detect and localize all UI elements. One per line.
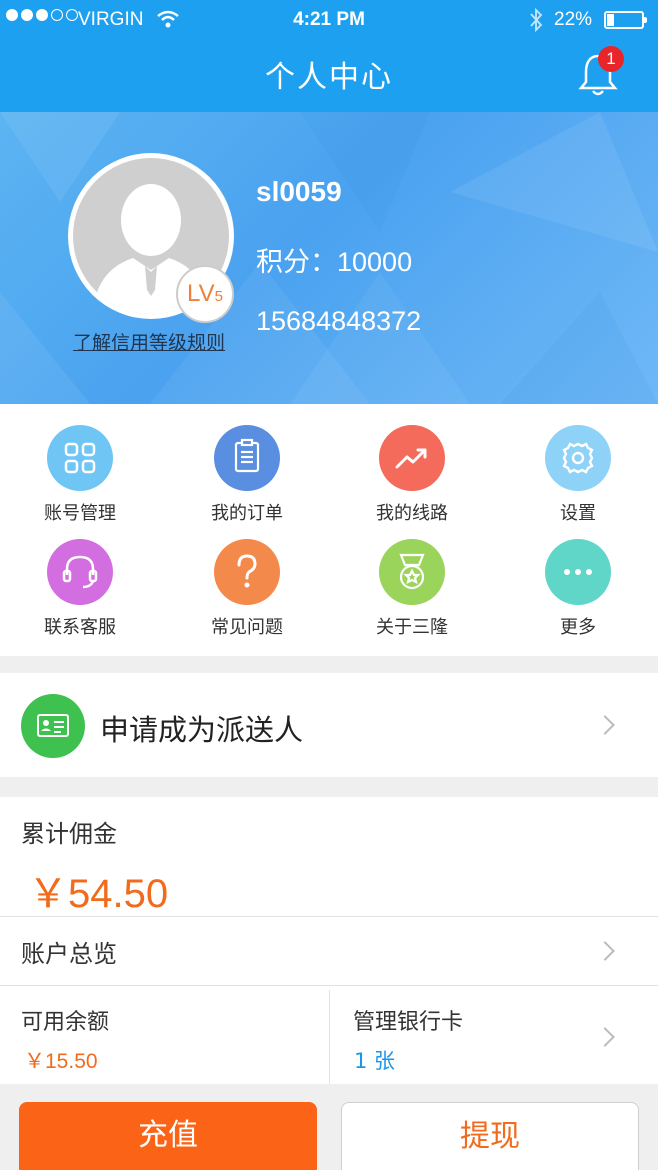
menu-label: 常见问题 xyxy=(211,617,283,638)
battery-icon xyxy=(604,11,647,29)
battery-percent: 22% xyxy=(554,9,593,30)
apply-courier-label: 申请成为派送人 xyxy=(100,713,304,747)
menu-item-more[interactable]: 更多 xyxy=(513,539,643,639)
clipboard-icon xyxy=(214,425,280,491)
commission-label: 累计佣金 xyxy=(21,820,117,848)
points-value: 10000 xyxy=(337,247,413,277)
notification-badge: 1 xyxy=(598,46,624,72)
page-title: 个人中心 xyxy=(265,60,393,95)
points-row: 积分：10000 xyxy=(256,240,412,279)
bank-card-label: 管理银行卡 xyxy=(353,1010,464,1035)
question-icon xyxy=(214,539,280,605)
level-badge: LV5 xyxy=(176,265,234,323)
account-section: 累计佣金 ￥54.50 账户总览 可用余额 ￥15.50 管理银行卡 1 张 xyxy=(0,797,658,1084)
menu-label: 设置 xyxy=(560,503,596,524)
headset-icon xyxy=(47,539,113,605)
balance-label: 可用余额 xyxy=(21,1010,110,1035)
top-bar: VIRGIN 4:21 PM 22% 个人中心 1 xyxy=(0,0,658,112)
balance-value: ￥15.50 xyxy=(24,1050,98,1073)
account-overview-label: 账户总览 xyxy=(21,940,117,968)
account-overview-row[interactable]: 账户总览 xyxy=(0,917,658,985)
bank-card-count: 1 张 xyxy=(354,1049,396,1073)
level-number: 5 xyxy=(214,288,223,305)
medal-icon xyxy=(379,539,445,605)
status-bar: VIRGIN 4:21 PM 22% xyxy=(0,0,658,40)
withdraw-button[interactable]: 提现 xyxy=(341,1102,639,1170)
bluetooth-icon xyxy=(530,7,543,33)
menu-item-about[interactable]: 关于三隆 xyxy=(347,539,477,639)
trend-up-icon xyxy=(379,425,445,491)
points-label: 积分： xyxy=(256,247,337,278)
menu-item-faq[interactable]: 常见问题 xyxy=(182,539,312,639)
level-prefix: LV xyxy=(187,280,215,307)
phone-number: 15684848372 xyxy=(256,306,422,336)
chevron-right-icon xyxy=(595,715,615,735)
menu-label: 我的线路 xyxy=(376,503,448,524)
menu-item-account[interactable]: 账号管理 xyxy=(15,425,145,525)
menu-item-settings[interactable]: 设置 xyxy=(513,425,643,525)
menu-label: 联系客服 xyxy=(44,617,116,638)
menu-label: 我的订单 xyxy=(211,503,283,524)
chevron-right-icon xyxy=(595,1027,615,1047)
menu-item-support[interactable]: 联系客服 xyxy=(15,539,145,639)
grid-icon xyxy=(47,425,113,491)
menu-item-orders[interactable]: 我的订单 xyxy=(182,425,312,525)
menu-item-routes[interactable]: 我的线路 xyxy=(347,425,477,525)
balance-cell[interactable]: 可用余额 ￥15.50 xyxy=(0,986,329,1084)
id-card-icon xyxy=(21,694,85,758)
more-icon xyxy=(545,539,611,605)
gear-icon xyxy=(545,425,611,491)
recharge-button[interactable]: 充值 xyxy=(19,1102,317,1170)
battery-fill xyxy=(607,14,614,26)
level-rules-link[interactable]: 了解信用等级规则 xyxy=(64,328,234,355)
menu-label: 关于三隆 xyxy=(376,617,448,638)
menu-label: 账号管理 xyxy=(44,503,116,524)
username: sl0059 xyxy=(256,176,342,207)
commission-value: ￥54.50 xyxy=(28,872,169,916)
menu-label: 更多 xyxy=(560,617,596,638)
chevron-right-icon xyxy=(595,941,615,961)
profile-banner: LV5 了解信用等级规则 sl0059 积分：10000 15684848372 xyxy=(0,112,658,404)
menu-grid: 账号管理 我的订单 我的线路 设置 联系客服 常见问题 关于三隆 更多 xyxy=(0,404,658,656)
bank-card-cell[interactable]: 管理银行卡 1 张 xyxy=(330,986,658,1084)
apply-courier-row[interactable]: 申请成为派送人 xyxy=(0,673,658,777)
